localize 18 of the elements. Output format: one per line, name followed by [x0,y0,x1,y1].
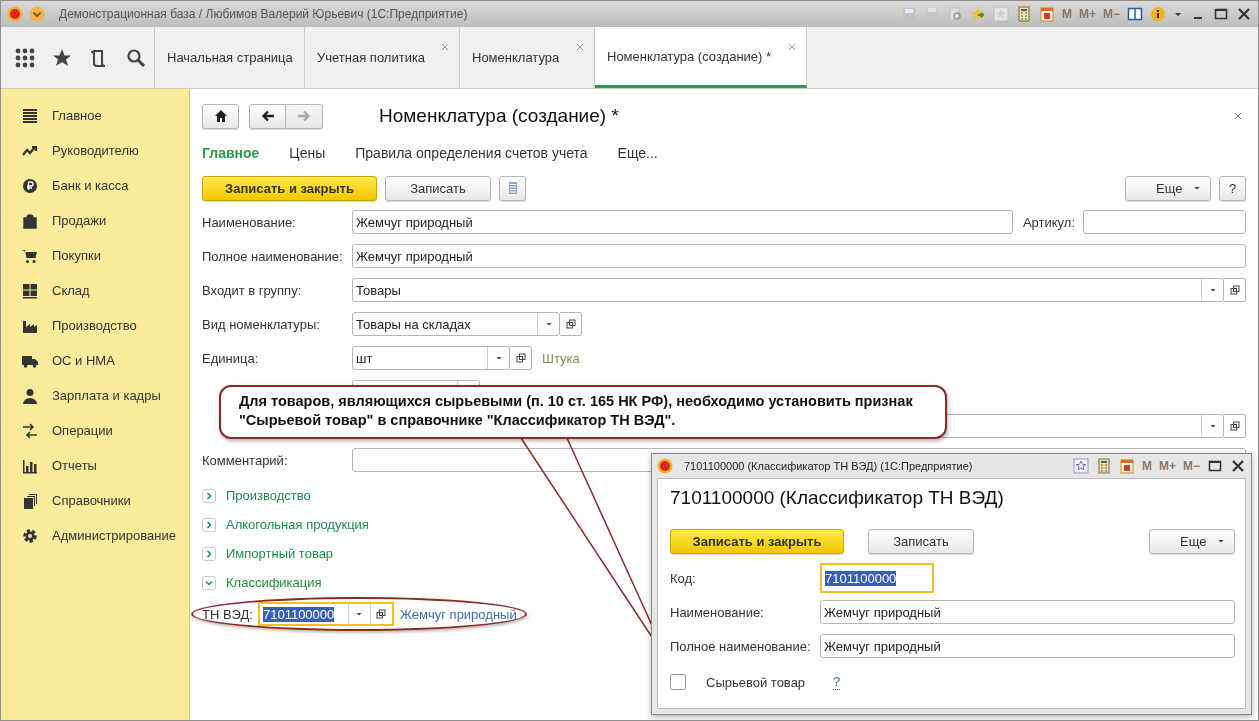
field-label: Комментарий: [202,452,289,468]
field-label: Код: [670,570,697,586]
checkbox-label: Сырьевой товар [706,674,806,690]
field-label: Артикул: [1022,214,1075,230]
field-label: Единица: [202,350,260,366]
field-label: Вид номенклатуры: [202,316,321,332]
callout-text: Для товаров, являющихся сырьевыми (п. 10 ст. 165 НК РФ), необходимо установить признак "Сырьевой товар" в справочнике "Классификатор ТН ВЭД". [239,392,914,430]
window-title: 7101100000 (Классификатор ТН ВЭД) (1С:Предприятие) [684,460,973,472]
field-label: Полное наименование: [202,248,344,264]
field-label: Полное наименование: [670,638,812,654]
form-title: Номенклатура (создание) * [379,105,619,127]
window-title: Демонстрационная база / Любимов Валерий Юрьевич (1С:Предприятие) [59,7,468,21]
unit-name: Штука [542,350,580,366]
field-label: Входит в группу: [202,282,303,298]
field-label: ТН ВЭД: [202,606,253,622]
dialog-heading: 7101100000 (Классификатор ТН ВЭД) [670,487,1005,510]
field-label: Наименование: [202,214,297,230]
field-label: Наименование: [670,604,765,620]
